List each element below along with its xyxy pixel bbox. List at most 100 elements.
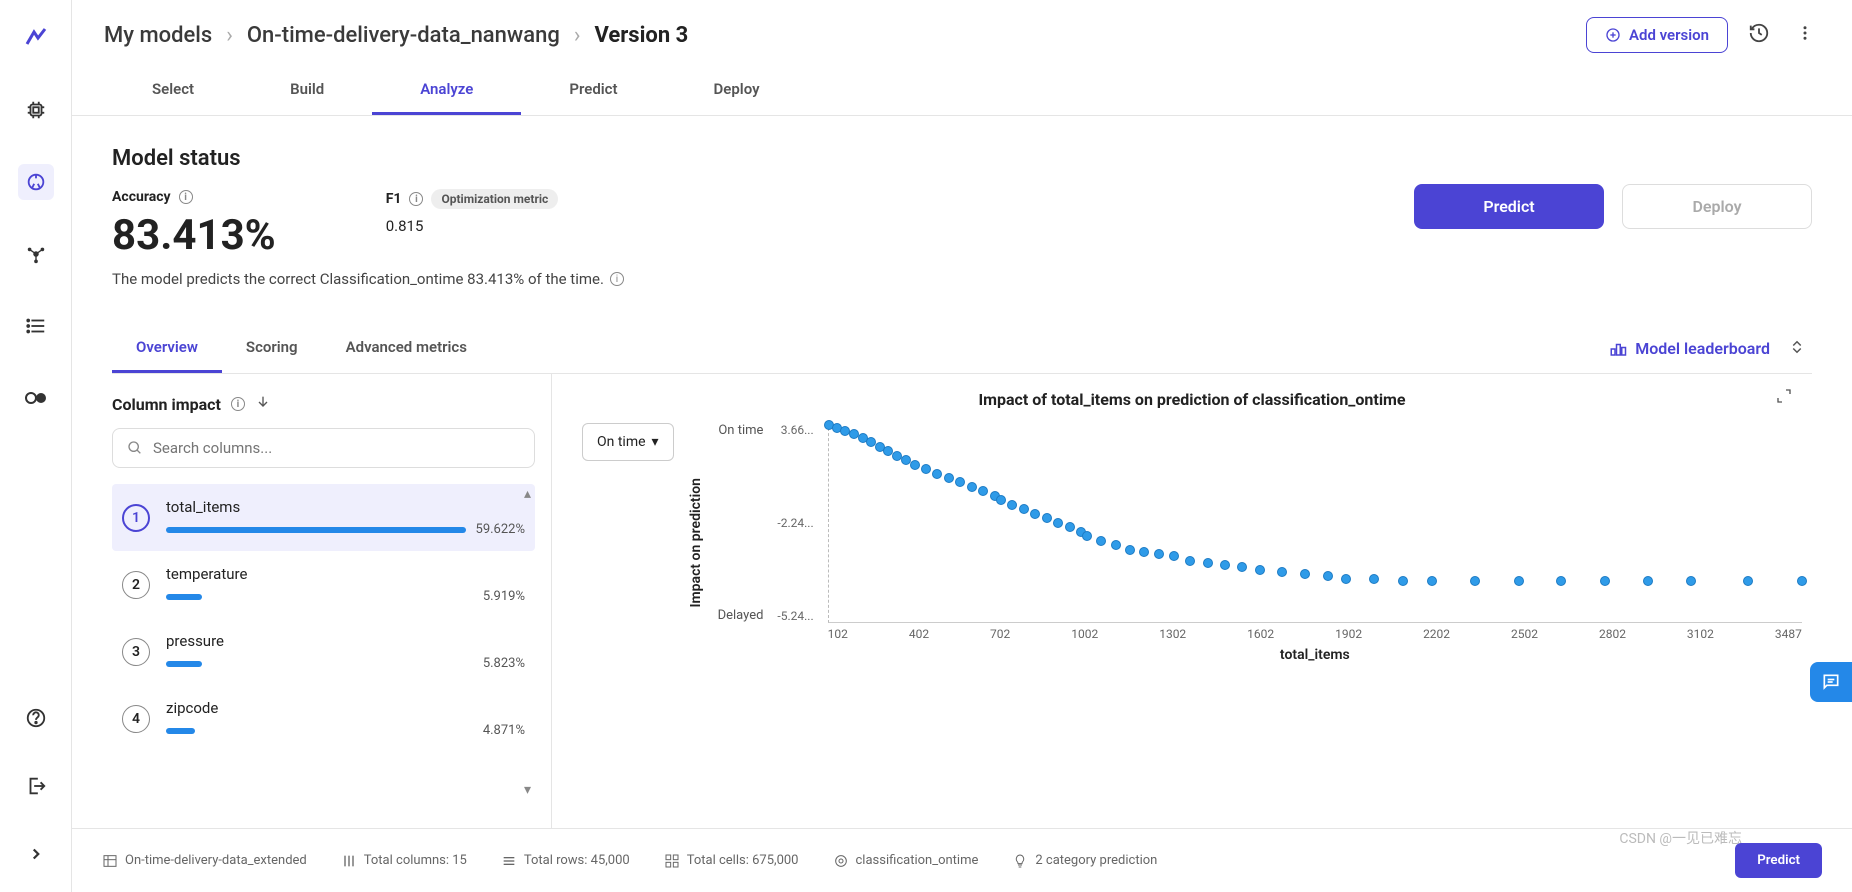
scatter-point[interactable]	[1019, 504, 1029, 514]
toggle-icon[interactable]	[18, 380, 54, 416]
scatter-point[interactable]	[1139, 547, 1149, 557]
scatter-point[interactable]	[944, 473, 954, 483]
chevron-right-icon: ›	[574, 23, 581, 48]
scatter-point[interactable]	[1255, 565, 1265, 575]
scatter-point[interactable]	[1600, 576, 1610, 586]
model-leaderboard-link[interactable]: Model leaderboard	[1609, 339, 1782, 358]
deploy-button[interactable]: Deploy	[1622, 184, 1812, 229]
expand-chart-icon[interactable]	[1776, 388, 1792, 408]
scatter-point[interactable]	[1686, 576, 1696, 586]
graph-icon[interactable]	[18, 236, 54, 272]
scatter-point[interactable]	[1030, 509, 1040, 519]
predict-button[interactable]: Predict	[1414, 184, 1604, 229]
scatter-point[interactable]	[910, 460, 920, 470]
tab-select[interactable]: Select	[104, 62, 242, 115]
scatter-point[interactable]	[1111, 540, 1121, 550]
scatter-point[interactable]	[1237, 562, 1247, 572]
info-icon[interactable]: i	[409, 192, 423, 206]
scatter-plot[interactable]	[828, 423, 1802, 623]
scatter-point[interactable]	[1427, 576, 1437, 586]
info-icon[interactable]: i	[610, 272, 624, 286]
scroll-up-icon[interactable]: ▴	[524, 486, 531, 502]
scatter-point[interactable]	[1743, 576, 1753, 586]
scatter-point[interactable]	[978, 486, 988, 496]
subtab-advanced[interactable]: Advanced metrics	[322, 324, 491, 373]
info-icon[interactable]: i	[179, 190, 193, 204]
scatter-point[interactable]	[1556, 576, 1566, 586]
column-impact-item[interactable]: 2 temperature 5.919%	[112, 551, 535, 618]
scatter-point[interactable]	[1797, 576, 1807, 586]
scatter-point[interactable]	[921, 464, 931, 474]
scatter-point[interactable]	[996, 495, 1006, 505]
tab-deploy[interactable]: Deploy	[666, 62, 808, 115]
app-logo-icon[interactable]	[18, 20, 54, 56]
footer-predict-button[interactable]: Predict	[1735, 843, 1822, 878]
scatter-point[interactable]	[1125, 545, 1135, 555]
footer-pred-type: 2 category prediction	[1012, 853, 1157, 869]
chat-icon[interactable]	[1810, 662, 1852, 702]
breadcrumb-project[interactable]: On-time-delivery-data_nanwang	[247, 23, 560, 48]
help-icon[interactable]	[18, 700, 54, 736]
list-icon[interactable]	[18, 308, 54, 344]
logout-icon[interactable]	[18, 768, 54, 804]
breadcrumb-root[interactable]: My models	[104, 23, 212, 48]
scatter-point[interactable]	[1369, 574, 1379, 584]
columns-icon	[341, 853, 357, 869]
scroll-down-icon[interactable]: ▾	[524, 782, 531, 798]
scatter-point[interactable]	[1323, 571, 1333, 581]
scatter-point[interactable]	[1341, 574, 1351, 584]
chevron-down-icon: ▾	[652, 434, 659, 450]
scatter-point[interactable]	[1185, 556, 1195, 566]
rank-badge: 1	[122, 504, 150, 532]
column-impact-item[interactable]: 1 total_items 59.622%	[112, 484, 535, 551]
scatter-point[interactable]	[1096, 536, 1106, 546]
accuracy-value: 83.413%	[112, 211, 276, 260]
target-icon	[833, 853, 849, 869]
scatter-point[interactable]	[1042, 513, 1052, 523]
column-impact-item[interactable]: 4 zipcode 4.871%	[112, 685, 535, 752]
breadcrumb-version: Version 3	[594, 23, 688, 48]
subtab-scoring[interactable]: Scoring	[222, 324, 322, 373]
left-sidebar	[0, 0, 72, 892]
class-selector[interactable]: On time ▾	[582, 423, 674, 461]
add-version-label: Add version	[1629, 26, 1709, 44]
scatter-point[interactable]	[1300, 569, 1310, 579]
subtab-overview[interactable]: Overview	[112, 324, 222, 373]
column-impact-list[interactable]: ▴ ▾ 1 total_items 59.622%2 temperature 5…	[112, 484, 535, 828]
chip-icon[interactable]	[18, 92, 54, 128]
scatter-point[interactable]	[1082, 531, 1092, 541]
info-icon[interactable]: i	[231, 397, 245, 411]
scatter-point[interactable]	[1007, 500, 1017, 510]
scatter-point[interactable]	[1514, 576, 1524, 586]
scatter-point[interactable]	[955, 477, 965, 487]
impact-bar	[166, 728, 195, 734]
scatter-point[interactable]	[1398, 576, 1408, 586]
scatter-point[interactable]	[967, 482, 977, 492]
scatter-point[interactable]	[1643, 576, 1653, 586]
scatter-point[interactable]	[1154, 549, 1164, 559]
scatter-point[interactable]	[932, 469, 942, 479]
scatter-point[interactable]	[1203, 558, 1213, 568]
collapse-icon[interactable]	[1782, 332, 1812, 366]
history-icon[interactable]	[1742, 16, 1776, 54]
footer-dataset[interactable]: On-time-delivery-data_extended	[102, 853, 307, 869]
tab-predict[interactable]: Predict	[521, 62, 665, 115]
tab-build[interactable]: Build	[242, 62, 372, 115]
analyze-nav-icon[interactable]	[18, 164, 54, 200]
scatter-point[interactable]	[1277, 567, 1287, 577]
scatter-point[interactable]	[1053, 518, 1063, 528]
scatter-point[interactable]	[1169, 551, 1179, 561]
scatter-point[interactable]	[1220, 560, 1230, 570]
tab-analyze[interactable]: Analyze	[372, 62, 521, 115]
sort-down-icon[interactable]	[255, 394, 271, 414]
xtick: 702	[990, 627, 1010, 641]
search-columns[interactable]	[112, 428, 535, 468]
scatter-point[interactable]	[1065, 522, 1075, 532]
more-icon[interactable]	[1790, 18, 1820, 52]
grid-icon	[664, 853, 680, 869]
scatter-point[interactable]	[1470, 576, 1480, 586]
add-version-button[interactable]: Add version	[1586, 17, 1728, 53]
column-impact-item[interactable]: 3 pressure 5.823%	[112, 618, 535, 685]
expand-sidebar-icon[interactable]	[18, 836, 54, 872]
search-input[interactable]	[153, 439, 520, 457]
